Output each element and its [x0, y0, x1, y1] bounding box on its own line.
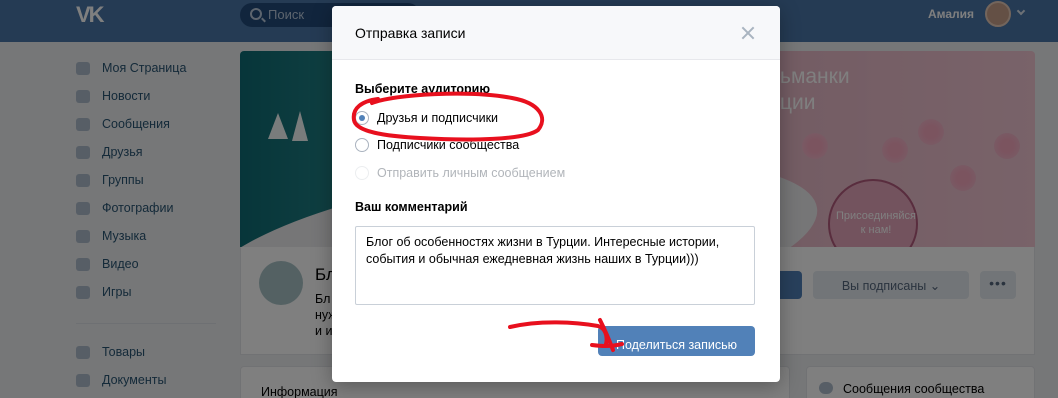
close-icon[interactable] — [738, 23, 758, 43]
modal-header: Отправка записи — [332, 6, 780, 60]
radio-button[interactable] — [355, 111, 369, 125]
radio-label: Друзья и подписчики — [377, 111, 499, 125]
share-post-button[interactable]: Поделиться записью — [598, 326, 755, 356]
share-post-modal: Отправка записи Выберите аудиторию Друзь… — [332, 6, 780, 382]
audience-label: Выберите аудиторию — [355, 82, 491, 96]
radio-friends-and-followers[interactable]: Друзья и подписчики — [355, 109, 498, 127]
radio-label: Подписчики сообщества — [377, 138, 520, 152]
radio-label: Отправить личным сообщением — [377, 166, 566, 180]
comment-label: Ваш комментарий — [355, 200, 468, 214]
radio-community-followers[interactable]: Подписчики сообщества — [355, 136, 519, 154]
comment-textarea[interactable]: Блог об особенностях жизни в Турции. Инт… — [355, 226, 755, 305]
radio-button[interactable] — [355, 138, 369, 152]
radio-button — [355, 166, 369, 180]
radio-private-message: Отправить личным сообщением — [355, 164, 565, 182]
modal-title: Отправка записи — [355, 25, 466, 41]
